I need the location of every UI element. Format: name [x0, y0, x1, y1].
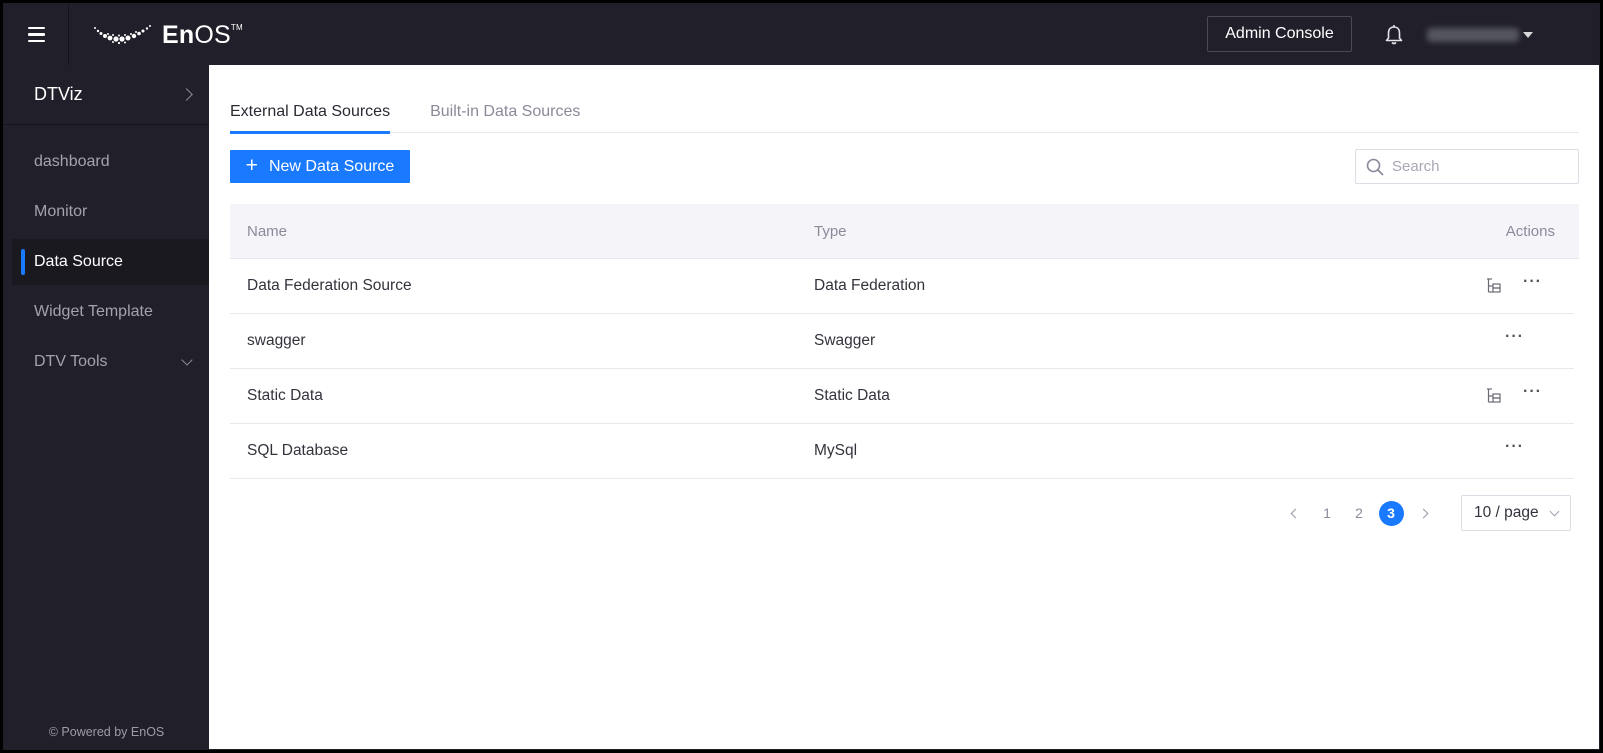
brand-name: EnOSTM — [162, 20, 243, 49]
chevron-left-icon — [1290, 508, 1300, 518]
table-row: Static Data Static Data ··· — [230, 369, 1574, 424]
cell-type: MySql — [814, 442, 858, 459]
hamburger-icon — [27, 25, 45, 45]
sidebar-item-widget-template[interactable]: Widget Template — [4, 289, 209, 335]
cell-actions: ··· — [1434, 274, 1574, 295]
sidebar-item-label: DTV Tools — [34, 353, 108, 370]
sidebar-item-dashboard[interactable]: dashboard — [4, 139, 209, 185]
cell-actions: ··· — [1434, 384, 1574, 405]
cell-name: SQL Database — [247, 442, 349, 459]
table-row: Data Federation Source Data Federation ·… — [230, 259, 1574, 314]
sidebar-item-label: dashboard — [34, 153, 110, 170]
cell-type: Data Federation — [814, 277, 926, 294]
page-1-button[interactable]: 1 — [1311, 500, 1343, 526]
data-structure-icon[interactable] — [1485, 277, 1503, 295]
cell-name: swagger — [247, 332, 306, 349]
table-header: Name Type Actions — [230, 204, 1579, 259]
more-actions-icon[interactable]: ··· — [1505, 329, 1524, 345]
more-actions-icon[interactable]: ··· — [1505, 439, 1524, 455]
sidebar-item-data-source[interactable]: Data Source — [12, 239, 209, 285]
sidebar-item-label: Monitor — [34, 203, 88, 220]
pagination: 1 2 3 10 / page — [1279, 495, 1571, 531]
cell-type: Swagger — [814, 332, 876, 349]
table-row: swagger Swagger ··· — [230, 314, 1574, 369]
caret-down-icon — [1523, 32, 1533, 38]
data-sources-table: Name Type Actions Data Federation Source… — [230, 204, 1579, 479]
chevron-down-icon — [1549, 506, 1560, 516]
user-name-redacted — [1427, 28, 1519, 42]
previous-page-button[interactable] — [1279, 500, 1311, 526]
page-2-button[interactable]: 2 — [1343, 500, 1375, 526]
table-row: SQL Database MySql ··· — [230, 424, 1574, 479]
column-header-name: Name — [247, 222, 288, 240]
next-page-button[interactable] — [1407, 500, 1439, 526]
data-source-tabs: External Data Sources Built-in Data Sour… — [230, 95, 1579, 134]
tab-built-in-data-sources[interactable]: Built-in Data Sources — [430, 95, 580, 133]
user-menu[interactable] — [1427, 24, 1533, 46]
notifications-button[interactable] — [1384, 24, 1404, 46]
sidebar-item-label: Widget Template — [34, 303, 153, 320]
brand-logo[interactable]: EnOSTM — [92, 20, 243, 50]
enos-logo-icon — [94, 25, 151, 45]
data-structure-icon[interactable] — [1485, 387, 1503, 405]
cell-name: Static Data — [247, 387, 323, 404]
menu-toggle-button[interactable] — [4, 4, 69, 65]
page-number: 1 — [1323, 505, 1331, 521]
admin-console-button[interactable]: Admin Console — [1207, 16, 1352, 52]
cell-actions: ··· — [1434, 329, 1574, 349]
main-content: External Data Sources Built-in Data Sour… — [209, 65, 1599, 749]
chevron-down-icon — [181, 353, 193, 366]
search-icon — [1366, 158, 1384, 175]
column-header-actions: Actions — [1505, 222, 1555, 240]
top-navigation-bar: EnOSTM Admin Console — [4, 4, 1599, 65]
new-data-source-button[interactable]: + New Data Source — [230, 150, 410, 183]
sidebar-app-title: DTViz — [34, 84, 83, 104]
bell-icon — [1385, 25, 1403, 45]
cell-name: Data Federation Source — [247, 277, 412, 294]
powered-by-footer: © Powered by EnOS — [48, 725, 165, 739]
search-box — [1355, 149, 1579, 184]
page-size-value: 10 / page — [1474, 504, 1539, 521]
sidebar-item-dtv-tools[interactable]: DTV Tools — [4, 339, 209, 385]
page-number: 3 — [1378, 500, 1404, 526]
more-actions-icon[interactable]: ··· — [1523, 274, 1542, 290]
page-number: 2 — [1355, 505, 1363, 521]
tab-external-data-sources[interactable]: External Data Sources — [230, 95, 391, 134]
more-actions-icon[interactable]: ··· — [1523, 384, 1542, 400]
page-size-select[interactable]: 10 / page — [1461, 495, 1571, 531]
cell-type: Static Data — [814, 387, 890, 404]
sidebar-item-label: Data Source — [34, 253, 123, 270]
sidebar: DTViz dashboard Monitor Data Source Widg… — [4, 65, 209, 749]
new-data-source-label: New Data Source — [268, 157, 395, 175]
page-3-button[interactable]: 3 — [1375, 500, 1407, 526]
app-window: EnOSTM Admin Console DTViz dashboard Mon… — [3, 3, 1600, 750]
sidebar-item-monitor[interactable]: Monitor — [4, 189, 209, 235]
chevron-right-icon — [180, 88, 193, 101]
cell-actions: ··· — [1434, 439, 1574, 459]
search-input[interactable] — [1392, 158, 1562, 175]
column-header-type: Type — [814, 222, 847, 240]
chevron-right-icon — [1418, 508, 1428, 518]
plus-icon: + — [245, 154, 258, 177]
sidebar-app-switcher[interactable]: DTViz — [4, 65, 209, 125]
